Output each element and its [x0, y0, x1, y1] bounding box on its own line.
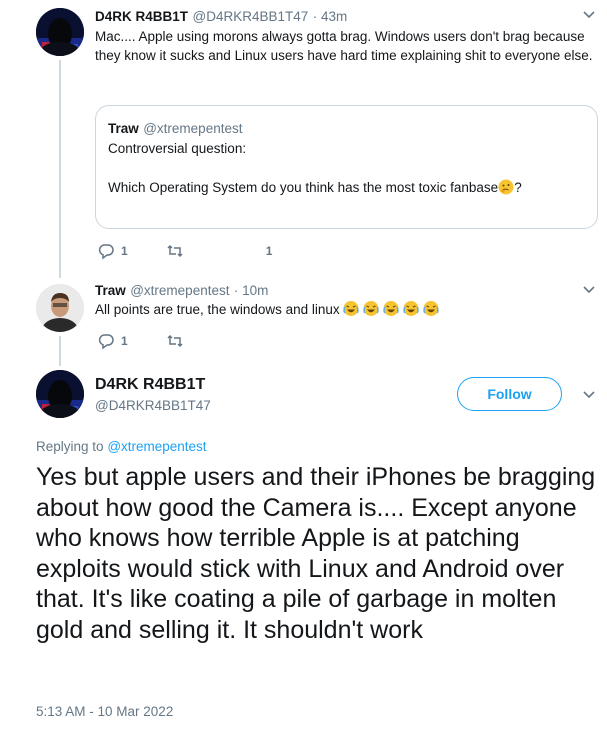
reply-button[interactable]: 1: [97, 242, 128, 260]
retweet-icon: [167, 334, 183, 348]
follow-button[interactable]: Follow: [457, 377, 562, 411]
laughing-emoji: [343, 300, 440, 317]
author-name[interactable]: D4RK R4BB1T: [95, 376, 205, 394]
quote-line-2-suffix: ?: [514, 180, 522, 195]
tweet-text-body: All points are true, the windows and lin…: [95, 302, 340, 317]
thread-line: [59, 60, 61, 278]
reply-count: 1: [121, 334, 128, 348]
tweet-actions: 1 1: [97, 241, 272, 261]
reply-icon: [98, 244, 114, 260]
tweet-header: Traw @xtremepentest · 10m: [95, 282, 268, 300]
author-handle[interactable]: @D4RKR4BB1T47: [95, 398, 211, 413]
author-name[interactable]: Traw: [95, 283, 126, 298]
chevron-down-icon[interactable]: [582, 285, 596, 295]
retweet-button[interactable]: [166, 242, 184, 260]
quote-line-2-text: Which Operating System do you think has …: [108, 180, 499, 195]
reply-count: 1: [121, 244, 128, 258]
tweet-time[interactable]: · 10m: [234, 283, 269, 298]
chevron-down-icon[interactable]: [582, 10, 596, 20]
tweet-text: All points are true, the windows and lin…: [95, 300, 443, 319]
tweet-actions: 1: [97, 331, 184, 351]
replying-to: Replying to @xtremepentest: [36, 439, 207, 454]
reply-button[interactable]: 1: [97, 332, 128, 350]
thinking-emoji: [498, 179, 514, 198]
avatar[interactable]: [36, 284, 84, 332]
like-count: 1: [265, 244, 273, 258]
quote-line-1: Controversial question:: [108, 141, 247, 156]
retweet-button[interactable]: [166, 332, 184, 350]
author-name[interactable]: D4RK R4BB1T: [95, 9, 188, 24]
like-button[interactable]: 1: [260, 244, 273, 258]
author-handle[interactable]: @xtremepentest: [130, 283, 229, 298]
chevron-down-icon[interactable]: [582, 390, 596, 400]
tweet-text: Mac.... Apple using morons always gotta …: [95, 29, 593, 63]
tweet-header: D4RK R4BB1T @D4RKR4BB1T47 · 43m: [95, 8, 347, 26]
reply-icon: [98, 334, 114, 350]
retweet-icon: [167, 244, 183, 258]
quote-header: Traw @xtremepentest: [108, 120, 242, 138]
avatar[interactable]: [36, 8, 84, 56]
replying-to-link[interactable]: @xtremepentest: [107, 439, 206, 454]
tweet-time[interactable]: · 43m: [313, 9, 348, 24]
author-handle[interactable]: @D4RKR4BB1T47: [192, 9, 308, 24]
thread-line: [59, 336, 61, 366]
quote-author-name: Traw: [108, 121, 139, 136]
replying-to-prefix: Replying to: [36, 439, 104, 454]
quoted-tweet[interactable]: Traw @xtremepentest Controversial questi…: [95, 105, 598, 229]
tweet-timestamp[interactable]: 5:13 AM - 10 Mar 2022: [36, 704, 173, 719]
laughing-emoji-group: [343, 300, 443, 317]
quote-author-handle: @xtremepentest: [143, 121, 243, 136]
quote-line-2: Which Operating System do you think has …: [108, 179, 522, 198]
avatar[interactable]: [36, 370, 84, 418]
main-tweet-text: Yes but apple users and their iPhones be…: [36, 463, 596, 644]
